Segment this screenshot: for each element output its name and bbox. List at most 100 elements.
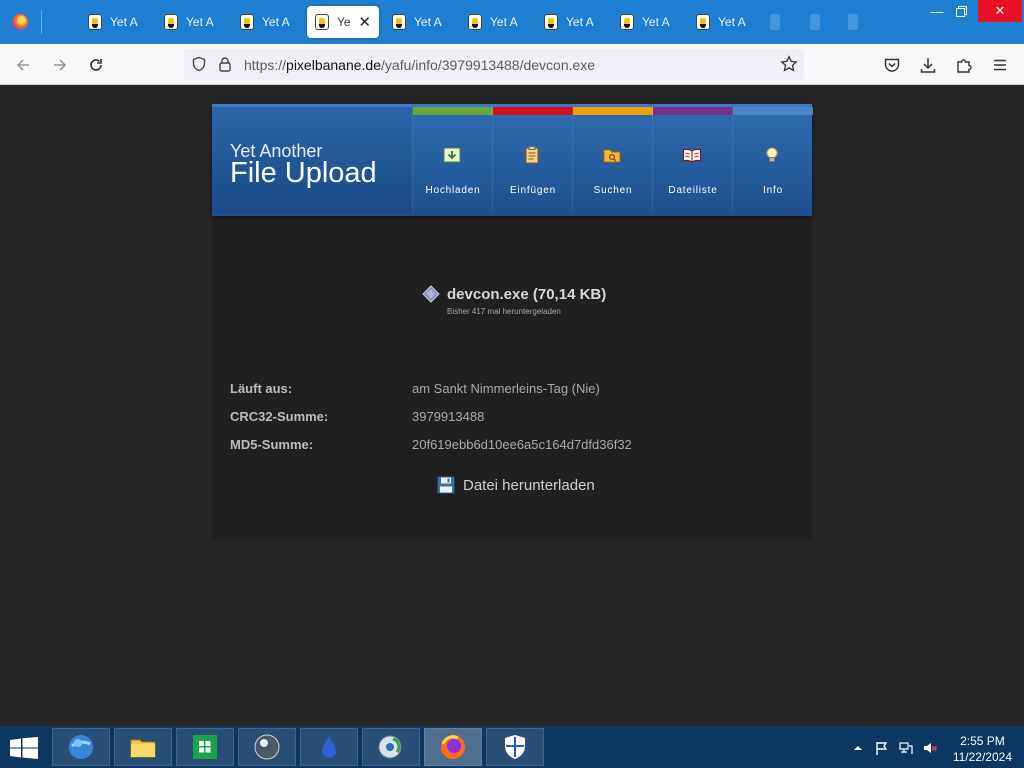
yafu-favicon-icon: [88, 14, 102, 30]
floppy-disk-icon: [437, 476, 455, 494]
md5-label: MD5-Summe:: [230, 437, 314, 452]
site-logo[interactable]: Yet Another File Upload: [212, 107, 412, 213]
extensions-icon[interactable]: [955, 56, 973, 74]
downloads-icon[interactable]: [919, 56, 937, 74]
yafu-favicon-icon: [392, 14, 406, 30]
taskbar-explorer[interactable]: [114, 728, 172, 766]
menu-color-bar: [653, 107, 733, 115]
expiry-value: am Sankt Nimmerleins-Tag (Nie): [412, 381, 600, 396]
clipboard-icon: [525, 146, 539, 164]
address-bar[interactable]: https://pixelbanane.de/yafu/info/3979913…: [184, 49, 804, 80]
crc32-value: 3979913488: [412, 409, 485, 424]
tab-label: Ye: [337, 15, 351, 29]
browser-tab[interactable]: Yet A: [536, 6, 606, 38]
clock-time: 2:55 PM: [960, 734, 1005, 748]
store-icon: [193, 735, 217, 759]
browser-tab-active[interactable]: Ye ✕: [307, 6, 379, 38]
tab-label: Yet A: [490, 15, 518, 29]
menu-label: Einfügen: [510, 185, 556, 196]
network-status-icon[interactable]: [898, 740, 914, 756]
windows-start-icon[interactable]: [10, 737, 38, 759]
taskbar-app[interactable]: [300, 728, 358, 766]
tracking-protection-icon[interactable]: [191, 56, 207, 72]
nav-einfuegen[interactable]: Einfügen: [492, 107, 573, 213]
restore-icon: [955, 5, 967, 17]
book-icon: [683, 148, 701, 163]
overflow-tab[interactable]: [770, 14, 780, 30]
url-text[interactable]: https://pixelbanane.de/yafu/info/3979913…: [244, 57, 595, 73]
crc32-label: CRC32-Summe:: [230, 409, 329, 424]
yafu-favicon-icon: [696, 14, 710, 30]
tab-label: Yet A: [566, 15, 594, 29]
overflow-tab[interactable]: [848, 14, 858, 30]
bookmark-star-icon[interactable]: [780, 55, 798, 73]
taskbar-defender[interactable]: [486, 728, 544, 766]
folder-search-icon: [603, 149, 621, 163]
tab-strip: Yet A Yet A Yet A Ye ✕ Yet A Yet A Yet A…: [0, 0, 1024, 44]
back-button[interactable]: [10, 52, 36, 78]
browser-tab[interactable]: Yet A: [688, 6, 758, 38]
yafu-favicon-icon: [544, 14, 558, 30]
tab-label: Yet A: [262, 15, 290, 29]
menu-color-bar: [733, 107, 813, 115]
md5-value: 20f619ebb6d10ee6a5c164d7dfd36f32: [412, 437, 632, 452]
taskbar-ie[interactable]: [52, 728, 110, 766]
tab-label: Yet A: [642, 15, 670, 29]
firefox-view-button[interactable]: [0, 0, 40, 44]
volume-muted-icon[interactable]: [922, 740, 938, 756]
defender-shield-icon: [505, 735, 525, 759]
reload-button[interactable]: [83, 52, 109, 78]
close-window-button[interactable]: ✕: [978, 0, 1022, 22]
show-hidden-icons-icon[interactable]: [850, 740, 866, 756]
menu-label: Dateiliste: [668, 185, 718, 196]
lock-icon[interactable]: [217, 56, 233, 72]
browser-tab[interactable]: Yet A: [232, 6, 302, 38]
taskbar-store[interactable]: [176, 728, 234, 766]
nav-info[interactable]: Info: [732, 107, 813, 213]
browser-tab[interactable]: Yet A: [384, 6, 454, 38]
menu-color-bar: [493, 107, 573, 115]
menu-color-bar: [573, 107, 653, 115]
download-label: Datei herunterladen: [463, 476, 595, 494]
nav-suchen[interactable]: Suchen: [572, 107, 653, 213]
browser-tab[interactable]: Yet A: [80, 6, 150, 38]
taskbar-firefox[interactable]: [424, 728, 482, 766]
system-clock[interactable]: 2:55 PM 11/22/2024: [953, 733, 1012, 765]
firefox-icon: [12, 14, 28, 30]
yafu-favicon-icon: [240, 14, 254, 30]
download-link[interactable]: Datei herunterladen: [436, 474, 595, 496]
tab-label: Yet A: [414, 15, 442, 29]
yafu-favicon-icon: [315, 14, 329, 30]
navigation-bar: https://pixelbanane.de/yafu/info/3979913…: [0, 44, 1024, 85]
back-arrow-icon: [16, 59, 29, 71]
action-center-flag-icon[interactable]: [874, 740, 890, 756]
taskbar-network[interactable]: [362, 728, 420, 766]
taskbar: 2:55 PM 11/22/2024: [0, 726, 1024, 768]
menu-color-bar: [413, 107, 493, 115]
blue-drop-icon: [322, 736, 336, 758]
globe-network-icon: [378, 735, 402, 759]
executable-file-icon: [422, 285, 440, 303]
forward-arrow-icon: [54, 59, 67, 71]
pocket-icon[interactable]: [883, 56, 901, 74]
forward-button[interactable]: [47, 52, 73, 78]
browser-tab[interactable]: Yet A: [612, 6, 682, 38]
tab-separator: [41, 10, 42, 34]
overflow-tab[interactable]: [810, 14, 820, 30]
download-count: Bisher 417 mal heruntergeladen: [447, 307, 561, 316]
nav-dateiliste[interactable]: Dateiliste: [652, 107, 733, 213]
hamburger-menu-icon[interactable]: [991, 56, 1009, 74]
close-tab-icon[interactable]: ✕: [358, 13, 371, 31]
expiry-label: Läuft aus:: [230, 381, 293, 396]
restore-button[interactable]: [945, 0, 977, 22]
site-header: Yet Another File Upload Hochladen Einfüg…: [212, 104, 813, 216]
lightbulb-icon: [766, 147, 778, 162]
browser-tab[interactable]: Yet A: [460, 6, 530, 38]
yafu-favicon-icon: [620, 14, 634, 30]
tab-label: Yet A: [110, 15, 138, 29]
tab-label: Yet A: [718, 15, 746, 29]
url-path: /yafu/info/3979913488/devcon.exe: [381, 57, 596, 73]
taskbar-media[interactable]: [238, 728, 296, 766]
browser-tab[interactable]: Yet A: [156, 6, 226, 38]
nav-hochladen[interactable]: Hochladen: [412, 107, 493, 213]
